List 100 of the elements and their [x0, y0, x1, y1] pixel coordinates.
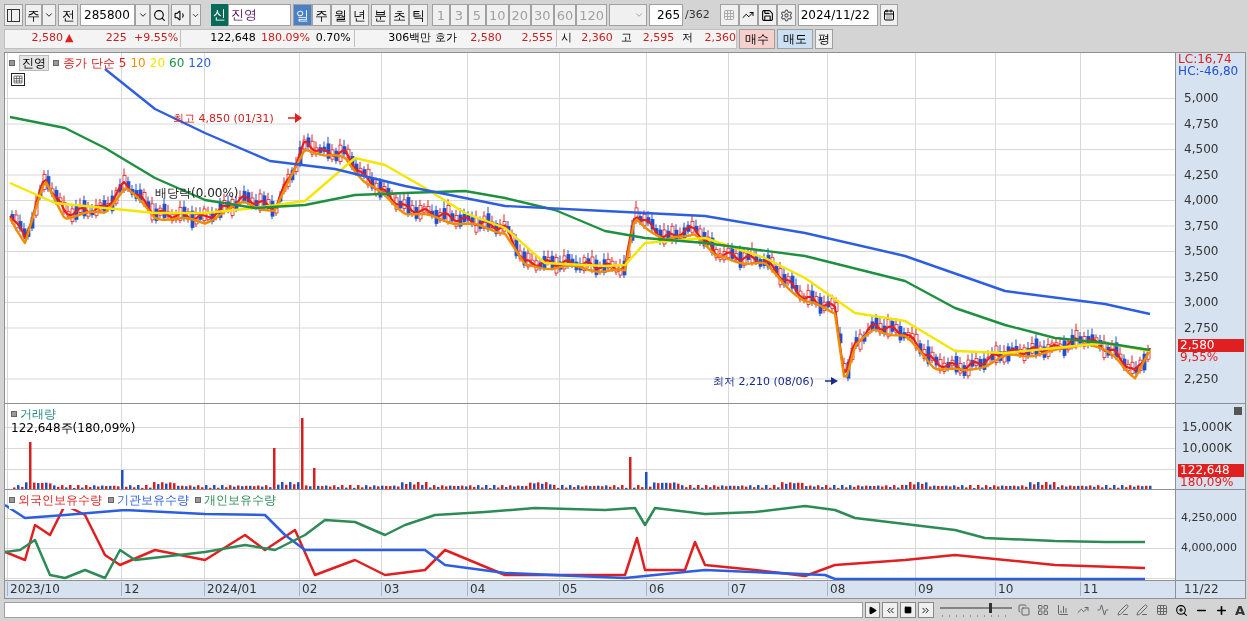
legend-item: 60	[169, 55, 185, 72]
volume-value: 122,648	[180, 30, 256, 47]
unit-tab[interactable]: 분	[371, 4, 390, 26]
turnover-rate: 0.70%	[314, 30, 352, 47]
last-volume-rate: 180,09%	[1180, 476, 1234, 489]
stop-button[interactable]	[900, 602, 916, 618]
play-icon	[867, 605, 877, 615]
period-tab[interactable]: 주	[312, 4, 331, 26]
legend-marker-icon	[195, 497, 201, 503]
legend-marker-icon	[9, 497, 15, 503]
search-icon	[153, 8, 166, 22]
previous-button[interactable]: 전	[58, 4, 78, 26]
stop-icon	[904, 606, 913, 614]
dropdown-button[interactable]	[609, 4, 647, 26]
unit-tab[interactable]: 초	[390, 4, 409, 26]
tool-icon	[1057, 604, 1070, 616]
total-count: /362	[685, 6, 710, 23]
ask-price: 2,580	[469, 30, 502, 47]
legend-item: 10	[130, 55, 146, 72]
last-rate: 9,55%	[1180, 351, 1219, 364]
axis-label: 4,000,000	[1181, 541, 1238, 555]
sound-button[interactable]	[171, 4, 190, 26]
bid-price: 2,555	[520, 30, 555, 47]
high-price: 2,595	[641, 30, 675, 47]
count-field[interactable]: 265	[649, 4, 683, 26]
axis-label: 3,250	[1184, 269, 1219, 284]
axis-label: 2023/10	[7, 582, 60, 596]
axis-label: 3,500	[1184, 244, 1219, 258]
last-price-badge: 2,580	[1178, 339, 1245, 352]
open-price: 2,360	[580, 30, 613, 47]
legend-marker-icon	[11, 411, 17, 417]
buy-button[interactable]: 매수	[739, 28, 775, 49]
save-icon	[760, 8, 774, 22]
axis-label: 03	[381, 582, 400, 596]
play-button[interactable]	[864, 602, 881, 618]
volume-summary: 122,648주(180,09%)	[11, 420, 136, 437]
legend-item: 5	[118, 55, 127, 72]
axis-label: 3,000	[1184, 295, 1219, 309]
axis-label: 10	[995, 582, 1014, 596]
open-label: 시	[556, 30, 573, 47]
axis-label: 08	[827, 582, 846, 596]
stock-code-field[interactable]: 285800	[80, 4, 135, 26]
axis-label: 05	[559, 582, 578, 596]
sell-button[interactable]: 매도	[777, 28, 813, 49]
high-annotation: 최고 4,850 (01/31)	[173, 111, 274, 127]
axis-label: 4,500	[1184, 142, 1219, 156]
tool-icon	[1096, 604, 1109, 616]
legend-marker-icon	[9, 60, 15, 66]
zoom-icon	[1175, 603, 1189, 617]
axis-label: 15,000K	[1182, 420, 1232, 434]
tool-icon	[1037, 604, 1050, 616]
stock-name-field[interactable]: 진영	[228, 4, 291, 26]
settings-icon	[779, 8, 793, 22]
period-tab[interactable]: 일	[293, 4, 312, 26]
tool-icon	[1156, 604, 1169, 616]
axis-label: 12	[121, 582, 140, 596]
axis-label: 11/22	[1184, 582, 1219, 596]
close-pane-icon	[1234, 407, 1242, 415]
volume-rate: 180.09%	[260, 30, 310, 47]
axis-label: 09	[915, 582, 934, 596]
axis-label: 3,750	[1184, 218, 1219, 233]
axis-label: 10,000K	[1182, 441, 1232, 455]
calendar-button[interactable]	[879, 4, 898, 26]
volume-title: 거래량	[20, 406, 56, 422]
tool-icon	[1017, 604, 1030, 616]
low-annotation: 최저 2,210 (08/06)	[713, 374, 814, 390]
scrollbar[interactable]	[4, 602, 863, 618]
market-select[interactable]: 주	[25, 4, 42, 26]
unit-tab[interactable]: 틱	[409, 4, 428, 26]
speed-slider[interactable]	[939, 602, 1013, 618]
period-tab[interactable]: 월	[331, 4, 350, 26]
slider-thumb[interactable]	[988, 603, 992, 613]
tool-icon	[1116, 604, 1129, 616]
legend-item: 20	[149, 55, 166, 72]
evaluate-button[interactable]: 평	[815, 28, 833, 49]
panel-icon	[7, 8, 20, 22]
line-plus-icon	[742, 9, 755, 21]
axis-label: 4,250	[1184, 167, 1219, 182]
tool-icon	[1136, 604, 1149, 616]
trade-amount: 306백만	[353, 30, 432, 47]
plus-icon	[1214, 603, 1228, 617]
search-button[interactable]	[150, 4, 169, 26]
axis-label: 04	[467, 582, 486, 596]
indicator-button[interactable]	[719, 4, 739, 26]
dropdown-button[interactable]	[42, 4, 56, 26]
fast-forward-button[interactable]	[918, 602, 934, 618]
period-tab[interactable]: 년	[350, 4, 369, 26]
caret-icon	[44, 10, 54, 20]
new-listing-badge: 신	[211, 4, 228, 26]
low-price: 2,360	[703, 30, 736, 47]
tool-icon	[1077, 604, 1089, 616]
low-label: 저	[682, 30, 694, 47]
legend-item: 외국인보유수량	[18, 492, 102, 509]
rewind-button[interactable]	[882, 602, 899, 618]
caret-icon	[634, 10, 644, 20]
lc-value: LC:16,74	[1178, 53, 1232, 66]
axis-label: 02	[299, 582, 318, 596]
font-button[interactable]: A	[1232, 602, 1248, 618]
date-field[interactable]: 2024/11/22	[797, 4, 878, 26]
chart-layout-button[interactable]	[4, 4, 23, 26]
